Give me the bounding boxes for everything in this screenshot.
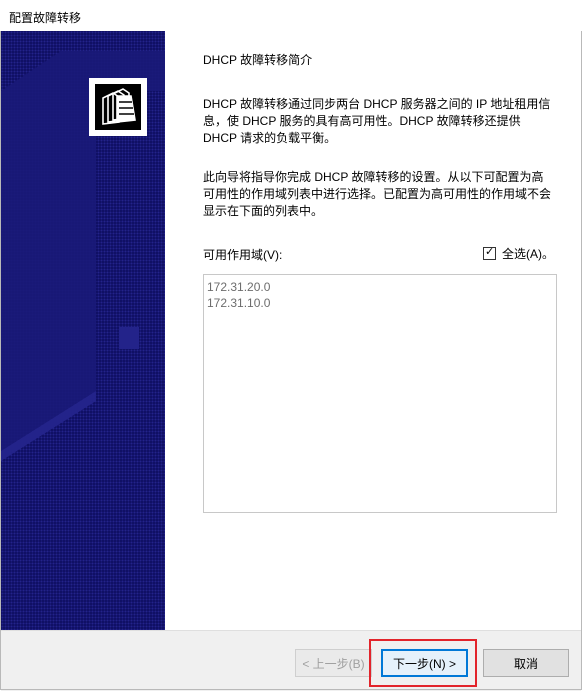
title-bar: 配置故障转移 <box>0 0 582 32</box>
intro-line: DHCP 请求的负载平衡。 <box>203 131 337 145</box>
check-mark-icon: ✓ <box>485 245 495 258</box>
guide-line: 可用性的作用域列表中进行选择。已配置为高可用性的作用域不会 <box>203 187 552 201</box>
guide-paragraph: 此向导将指导你完成 DHCP 故障转移的设置。从以下可配置为高 可用性的作用域列… <box>203 169 558 220</box>
guide-line: 此向导将指导你完成 DHCP 故障转移的设置。从以下可配置为高 <box>203 170 544 184</box>
list-item[interactable]: 172.31.20.0 <box>204 279 556 295</box>
intro-paragraph: DHCP 故障转移通过同步两台 DHCP 服务器之间的 IP 地址租用信 息，使… <box>203 96 558 147</box>
scope-list[interactable]: 172.31.20.0 172.31.10.0 <box>203 274 557 513</box>
available-scopes-label: 可用作用域(V): <box>203 248 283 262</box>
wizard-sidebar <box>1 31 165 630</box>
folder-stack-icon <box>89 78 147 136</box>
list-item[interactable]: 172.31.10.0 <box>204 295 556 311</box>
intro-line: DHCP 故障转移通过同步两台 DHCP 服务器之间的 IP 地址租用信 <box>203 97 551 111</box>
cancel-button[interactable]: 取消 <box>483 649 569 677</box>
intro-line: 息，使 DHCP 服务的具有高可用性。DHCP 故障转移还提供 <box>203 114 521 128</box>
window-title: 配置故障转移 <box>9 11 82 25</box>
select-all-checkbox[interactable]: ✓ 全选(A)。 <box>483 245 554 262</box>
page-heading: DHCP 故障转移简介 <box>203 53 313 67</box>
next-button[interactable]: 下一步(N) > <box>381 649 468 677</box>
guide-line: 显示在下面的列表中。 <box>203 204 324 218</box>
checkbox-box[interactable]: ✓ <box>483 245 496 260</box>
select-all-label[interactable]: 全选(A)。 <box>502 245 554 262</box>
back-button[interactable]: < 上一步(B) <box>295 649 372 677</box>
